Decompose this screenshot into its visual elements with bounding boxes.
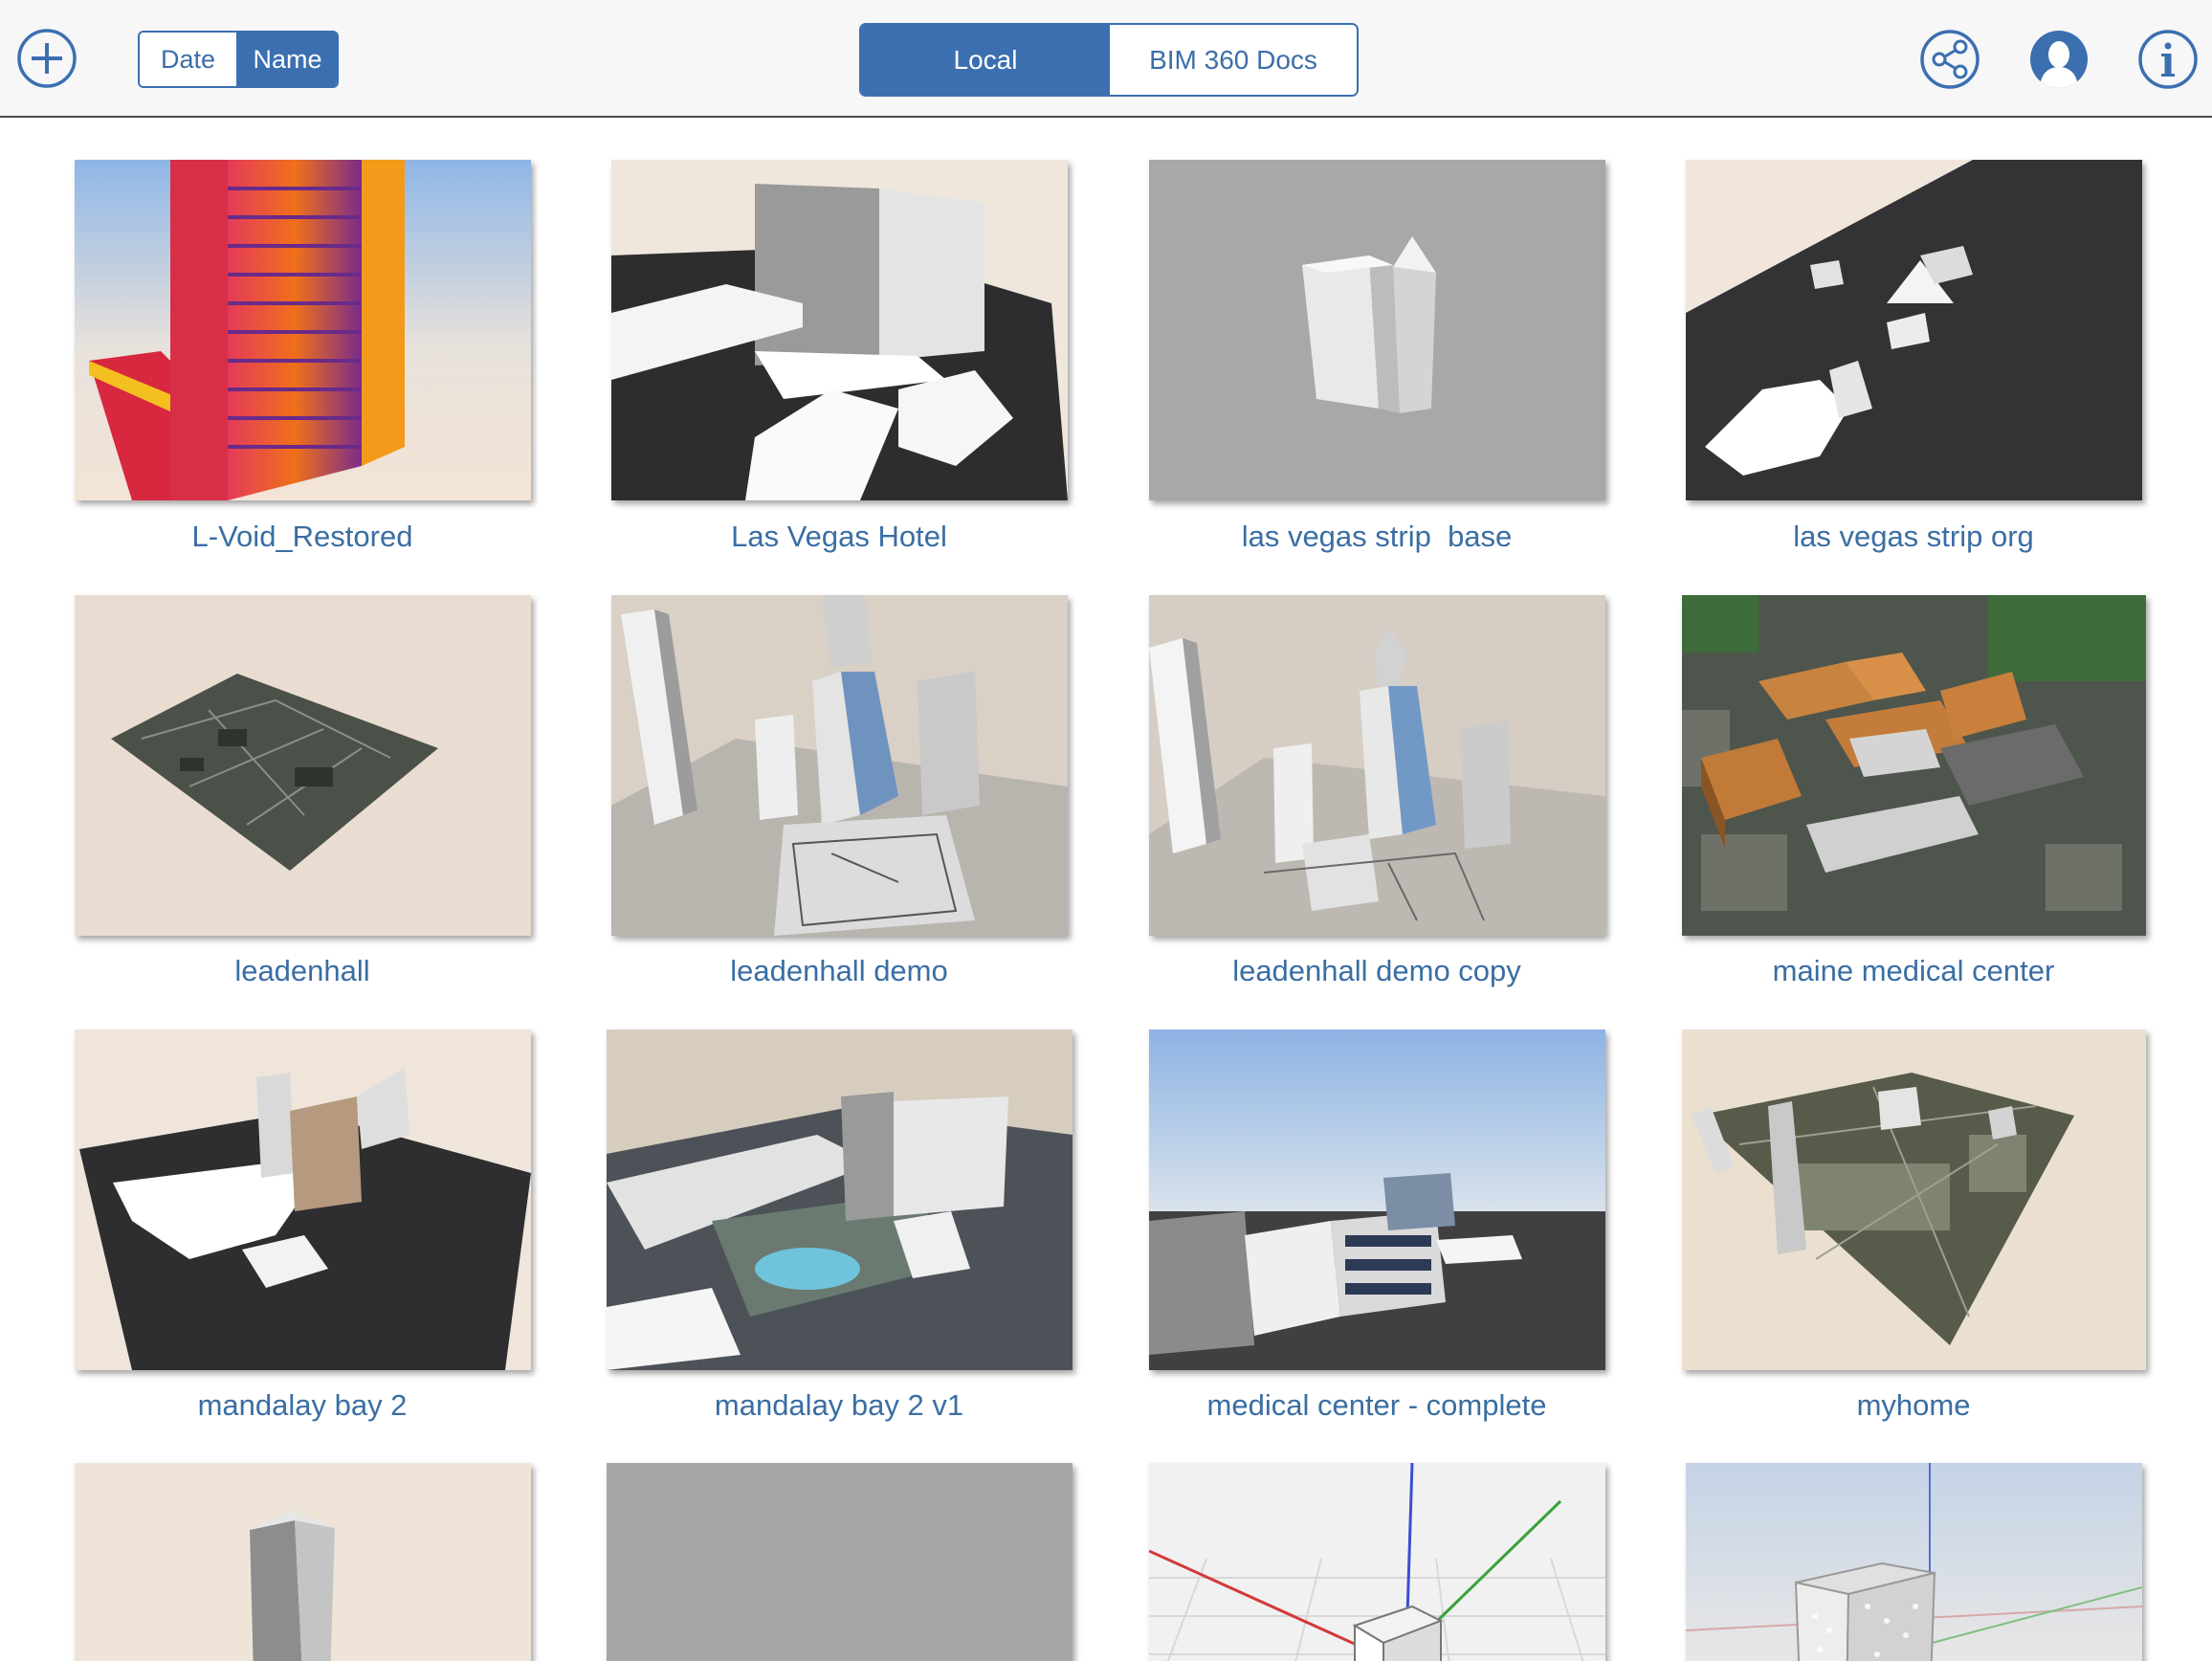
model-thumbnail (1149, 1463, 1605, 1661)
model-name: mandalay bay 2 (197, 1388, 408, 1422)
model-name: las vegas strip org (1793, 520, 2034, 553)
model-thumbnail (611, 160, 1068, 500)
model-thumbnail (1682, 595, 2146, 936)
share-icon (1920, 30, 1980, 89)
plus-circle-icon (17, 29, 77, 88)
model-name: L-Void_Restored (191, 520, 413, 553)
model-name: las vegas strip base (1241, 520, 1513, 553)
model-thumbnail (1682, 1030, 2146, 1370)
sort-by-date-button[interactable]: Date (140, 33, 238, 86)
model-name: medical center - complete (1206, 1388, 1547, 1422)
model-thumbnail (1149, 595, 1605, 936)
user-icon (2030, 31, 2088, 88)
model-thumbnail (611, 595, 1068, 936)
model-thumbnail (607, 1463, 1073, 1661)
model-name: Las Vegas Hotel (731, 520, 947, 553)
sort-by-name-button[interactable]: Name (238, 33, 337, 86)
model-thumbnail (75, 1463, 531, 1661)
add-model-button[interactable] (16, 28, 77, 89)
model-name: mandalay bay 2 v1 (714, 1388, 964, 1422)
model-name: leadenhall demo copy (1232, 954, 1521, 987)
info-icon (2138, 30, 2198, 89)
model-thumbnail (1149, 160, 1605, 500)
sort-segmented-control: Date Name (138, 31, 339, 88)
source-segmented-control: Local BIM 360 Docs (859, 23, 1359, 97)
model-grid: L-Void_Restored Las Vegas Hotel las vega… (0, 118, 2212, 1661)
model-name: myhome (1856, 1388, 1971, 1422)
top-toolbar: Date Name Local BIM 360 Docs (0, 0, 2212, 118)
local-tab[interactable]: Local (861, 25, 1110, 95)
model-thumbnail (75, 160, 531, 500)
info-button[interactable] (2137, 29, 2199, 90)
model-thumbnail (607, 1030, 1073, 1370)
model-thumbnail (1149, 1030, 1605, 1370)
model-thumbnail (75, 1030, 531, 1370)
model-name: maine medical center (1772, 954, 2055, 987)
model-thumbnail (1686, 1463, 2142, 1661)
account-button[interactable] (2028, 29, 2090, 90)
share-button[interactable] (1919, 29, 1980, 90)
model-name: leadenhall (234, 954, 370, 987)
bim360-docs-tab[interactable]: BIM 360 Docs (1110, 25, 1357, 95)
model-thumbnail (1686, 160, 2142, 500)
model-name: leadenhall demo (730, 954, 948, 987)
model-thumbnail (75, 595, 531, 936)
